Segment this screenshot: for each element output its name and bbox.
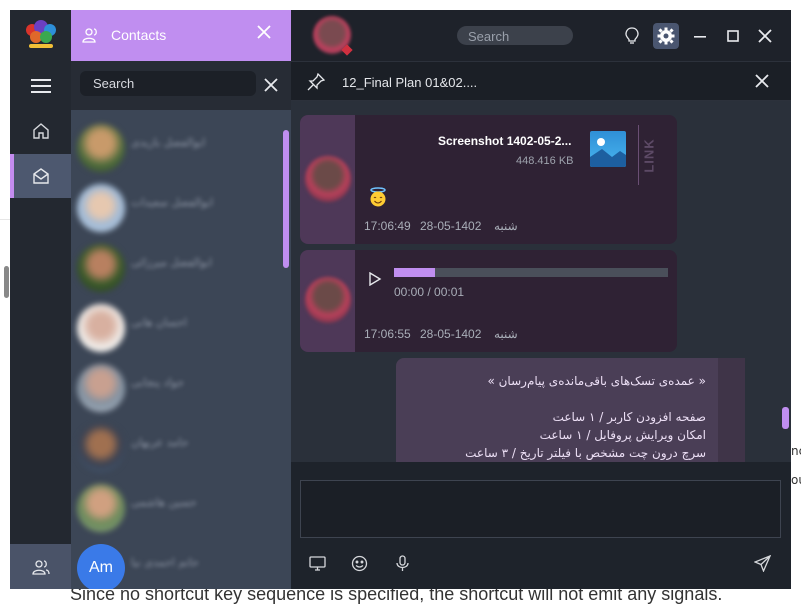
audio-progress-fill [394,268,436,277]
message-time: 17:06:55 [364,327,411,341]
file-size: 448.416 KB [516,155,574,167]
contact-item[interactable]: ابوالفضل سعیدات [71,178,283,240]
close-pinned-icon[interactable] [755,74,769,88]
send-icon[interactable] [754,555,771,572]
nav-contacts[interactable] [10,544,71,589]
maximize-button[interactable] [720,23,746,49]
pinned-message-bar[interactable]: 12_Final Plan 01&02.... [291,61,791,101]
close-icon [758,29,772,43]
microphone-icon[interactable] [394,555,411,572]
background-text-fragment: nc [791,444,801,458]
audio-progress-bar[interactable] [394,268,668,277]
file-message-bubble[interactable]: Screenshot 1402-05-2... 448.416 KB LINK … [300,115,677,244]
envelope-open-icon [32,168,49,184]
title-bar [291,10,791,61]
contacts-panel: Contacts ابوالفضل بازیدی ابوالفضل سعیدات… [71,10,291,589]
contacts-search-box [80,71,256,96]
contacts-icon [31,559,50,575]
menu-icon [30,79,51,93]
background-line [0,219,10,220]
nav-rail [10,10,71,589]
contact-list: ابوالفضل بازیدی ابوالفضل سعیدات ابوالفضل… [71,110,291,589]
tips-button[interactable] [619,23,645,49]
contact-item[interactable]: Am حاتم احمدی نیا [71,538,283,589]
gear-icon [657,27,675,45]
play-icon[interactable] [368,272,382,286]
background-scrollbar[interactable] [4,266,9,298]
file-name: Screenshot 1402-05-2... [438,134,572,148]
composer [291,462,791,589]
contact-avatar [77,364,125,412]
link-badge[interactable]: LINK [638,125,660,185]
global-search-input[interactable] [457,27,573,46]
smiling-halo-emoji-icon [370,187,386,207]
close-contacts-icon[interactable] [257,25,271,39]
contact-name: جواد پنجابی [131,376,184,389]
contact-item[interactable]: جواد پنجابی [71,358,283,420]
close-window-button[interactable] [752,23,778,49]
contact-name: حسین هاشمی [131,496,197,509]
contact-name: ابوالفضل بازیدی [131,136,206,149]
voice-message-bubble[interactable]: 00:00 / 00:01 17:06:55 28-05-1402 شنبه [300,250,677,352]
pinned-message-text: 12_Final Plan 01&02.... [342,75,478,90]
message-time: 17:06:49 [364,219,411,233]
message-date: 28-05-1402 [420,327,482,341]
contact-item[interactable]: احسان هانی [71,298,283,360]
audio-duration: 00:00 / 00:01 [394,285,465,299]
contact-item[interactable]: ابوالفضل بازیدی [71,118,283,180]
contact-name: ابوالفضل میرزائی [131,256,213,269]
contact-avatar [77,124,125,172]
contact-avatar: Am [77,544,125,589]
clear-search-icon[interactable] [264,78,278,92]
emoji-icon[interactable] [351,555,368,572]
contact-avatar [77,244,125,292]
contact-item[interactable]: حامد عربهان [71,418,283,480]
message-text: « عمده‌ی تسک‌های باقی‌مانده‌ی پیام‌رسان … [465,374,706,460]
minimize-icon [694,36,706,38]
outgoing-text-message[interactable]: « عمده‌ی تسک‌های باقی‌مانده‌ی پیام‌رسان … [396,358,745,462]
contacts-search-input[interactable] [80,71,256,96]
lightbulb-icon [625,27,639,44]
message-date: 28-05-1402 [420,219,482,233]
chat-area: 12_Final Plan 01&02.... Screenshot 1402-… [291,10,791,589]
message-input[interactable] [300,480,781,538]
contacts-search-row [71,61,291,110]
pin-icon [307,73,325,91]
global-search-box [457,26,573,46]
screen-share-icon[interactable] [309,555,326,572]
contact-item[interactable]: ابوالفضل میرزائی [71,238,283,300]
image-file-icon[interactable] [590,131,626,167]
app-logo [23,18,59,52]
minimize-button[interactable] [687,23,713,49]
messenger-window: Contacts ابوالفضل بازیدی ابوالفضل سعیدات… [10,10,791,589]
contact-name: حامد عربهان [131,436,189,449]
sender-avatar [305,156,351,202]
contact-item[interactable]: حسین هاشمی [71,478,283,540]
background-text-fragment: ou [791,473,801,487]
maximize-icon [727,30,739,42]
contact-avatar [77,304,125,352]
menu-button[interactable] [10,64,71,108]
message-weekday: شنبه [494,327,518,341]
user-icon [82,28,97,43]
contacts-header: Contacts [71,10,291,61]
contact-avatar [77,424,125,472]
messages-scrollbar[interactable] [782,407,789,429]
contact-avatar [77,484,125,532]
settings-button[interactable] [653,23,679,49]
link-label: LINK [642,137,657,173]
contact-name: ابوالفضل سعیدات [131,196,214,209]
message-side-strip [718,358,745,462]
contacts-title: Contacts [111,27,167,43]
home-icon [32,123,49,139]
message-list: Screenshot 1402-05-2... 448.416 KB LINK … [291,101,791,462]
nav-messages[interactable] [10,154,71,198]
message-weekday: شنبه [494,219,518,233]
contacts-scrollbar[interactable] [283,130,289,268]
contact-name: احسان هانی [131,316,187,329]
contact-name: حاتم احمدی نیا [131,556,199,569]
contact-avatar [77,184,125,232]
sender-avatar [305,277,351,323]
nav-home[interactable] [10,109,71,153]
